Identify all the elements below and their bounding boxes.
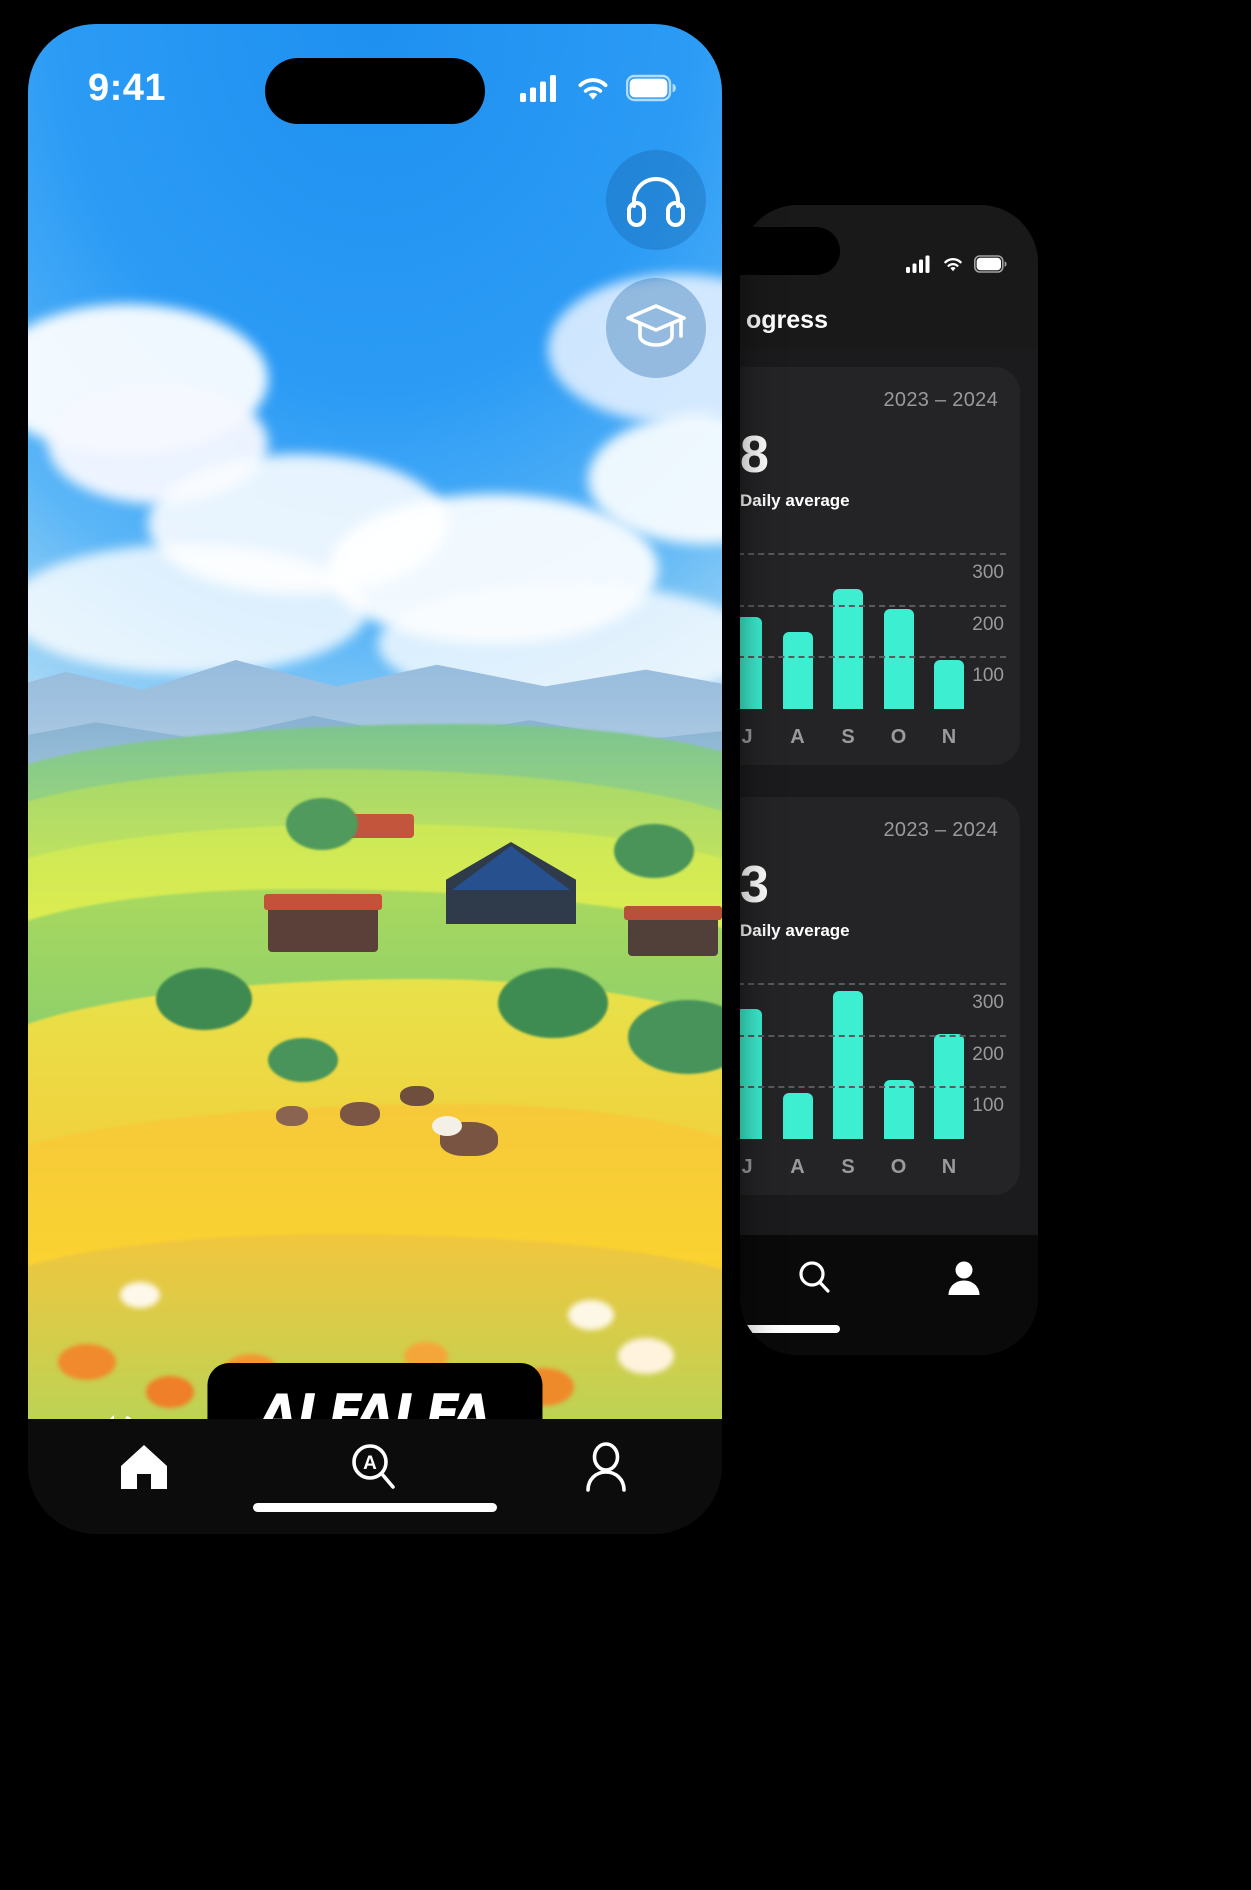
x-label-O: O [890, 726, 907, 748]
x-label-N: N [941, 1156, 957, 1178]
bar-column [833, 535, 863, 709]
bar-column [782, 535, 813, 709]
bar-column [934, 535, 964, 709]
bar-chart-1: 100 200 300 [740, 535, 1020, 709]
dynamic-island [740, 227, 840, 275]
card-metric-value: 3 [740, 856, 769, 914]
x-label-S: S [841, 726, 855, 748]
status-bar-primary: 9:41 [28, 24, 722, 134]
bar-O [883, 1080, 914, 1139]
battery-icon [626, 74, 678, 102]
card-year-range: 2023 – 2024 [883, 389, 998, 411]
chart-x-axis-labels: JASON [740, 726, 964, 749]
x-label-A: A [790, 726, 805, 748]
home-screen: 9:41 ALFALFA A [28, 24, 722, 1534]
x-label-J: J [741, 726, 753, 748]
bar-column [883, 535, 914, 709]
person-icon[interactable] [580, 1441, 632, 1493]
progress-screen: ogress 2023 – 2024 8 Daily average 100 20… [740, 205, 1038, 1355]
x-label-N: N [941, 726, 957, 748]
gridline-label-300: 300 [972, 992, 1004, 1014]
bar-S [833, 588, 863, 709]
x-label-J: J [741, 1156, 753, 1178]
bar-column [782, 965, 813, 1139]
secondary-phone-frame: ogress 2023 – 2024 8 Daily average 100 20… [740, 205, 1038, 1355]
cellular-signal-icon [906, 255, 932, 273]
card-year-range: 2023 – 2024 [883, 819, 998, 841]
status-icons [520, 74, 678, 102]
bar-O [883, 609, 914, 709]
bar-column [934, 965, 964, 1139]
gridline-100 [740, 1085, 1006, 1088]
status-bar-secondary [740, 205, 1038, 297]
home-indicator [253, 1503, 497, 1512]
card-metric-value: 8 [740, 426, 769, 484]
headphones-button[interactable] [606, 150, 706, 250]
primary-phone-frame: 9:41 ALFALFA A [22, 18, 728, 1540]
x-label-S: S [841, 1156, 855, 1178]
gridline-label-300: 300 [972, 562, 1004, 584]
graduation-cap-icon [624, 302, 688, 354]
gridline-300 [740, 983, 1006, 986]
tab-profile[interactable] [491, 1441, 722, 1493]
wifi-icon [574, 74, 612, 102]
svg-text:A: A [363, 1453, 377, 1474]
gridline-300 [740, 553, 1006, 556]
status-time: 9:41 [88, 66, 167, 109]
bar-column [833, 965, 863, 1139]
tab-home[interactable] [28, 1441, 259, 1493]
home-icon[interactable] [117, 1441, 171, 1493]
x-label-O: O [890, 1156, 907, 1178]
gridline-200 [740, 604, 1006, 607]
search-a-icon[interactable]: A [347, 1441, 403, 1495]
home-indicator [740, 1325, 840, 1333]
x-label-A: A [790, 1156, 805, 1178]
bar-J [740, 616, 762, 709]
sidebar-item-search[interactable] [740, 1257, 889, 1299]
search-icon[interactable] [794, 1257, 836, 1299]
card-metric-label: Daily average [740, 491, 850, 510]
chart-x-axis-labels: JASON [740, 1156, 964, 1179]
progress-card[interactable]: 2023 – 2024 8 Daily average 100 200 300 J A… [740, 367, 1020, 765]
bar-series [740, 535, 964, 709]
gridline-label-100: 100 [972, 1094, 1004, 1116]
gridline-label-100: 100 [972, 664, 1004, 686]
bar-J [740, 1008, 762, 1139]
gridline-label-200: 200 [972, 613, 1004, 635]
screenshot-canvas: ogress 2023 – 2024 8 Daily average 100 20… [0, 0, 1251, 1890]
battery-icon [974, 255, 1008, 273]
wifi-icon [941, 255, 965, 273]
tab-search[interactable]: A [259, 1441, 490, 1495]
headphones-icon [626, 173, 686, 227]
person-filled-icon[interactable] [943, 1257, 985, 1299]
bar-series [740, 965, 964, 1139]
page-title-secondary: ogress [740, 291, 1038, 349]
sidebar-item-profile[interactable] [889, 1257, 1038, 1299]
bar-N [934, 660, 964, 709]
gridline-label-200: 200 [972, 1043, 1004, 1065]
bar-S [833, 990, 863, 1139]
bar-A [782, 632, 813, 709]
tab-bar-primary: A [28, 1419, 722, 1534]
cellular-signal-icon [520, 74, 560, 102]
bar-chart-2: 100 200 300 [740, 965, 1020, 1139]
progress-card[interactable]: 2023 – 2024 3 Daily average 100 200 300 J A… [740, 797, 1020, 1195]
bar-column [740, 965, 762, 1139]
bar-A [782, 1092, 813, 1139]
progress-cards: 2023 – 2024 8 Daily average 100 200 300 J A… [740, 349, 1038, 1355]
gridline-200 [740, 1034, 1006, 1037]
dynamic-island [265, 58, 485, 124]
learn-button[interactable] [606, 278, 706, 378]
card-metric-label: Daily average [740, 921, 850, 940]
bar-column [883, 965, 914, 1139]
bar-column [740, 535, 762, 709]
gridline-100 [740, 655, 1006, 658]
tab-bar-secondary [740, 1235, 1038, 1355]
